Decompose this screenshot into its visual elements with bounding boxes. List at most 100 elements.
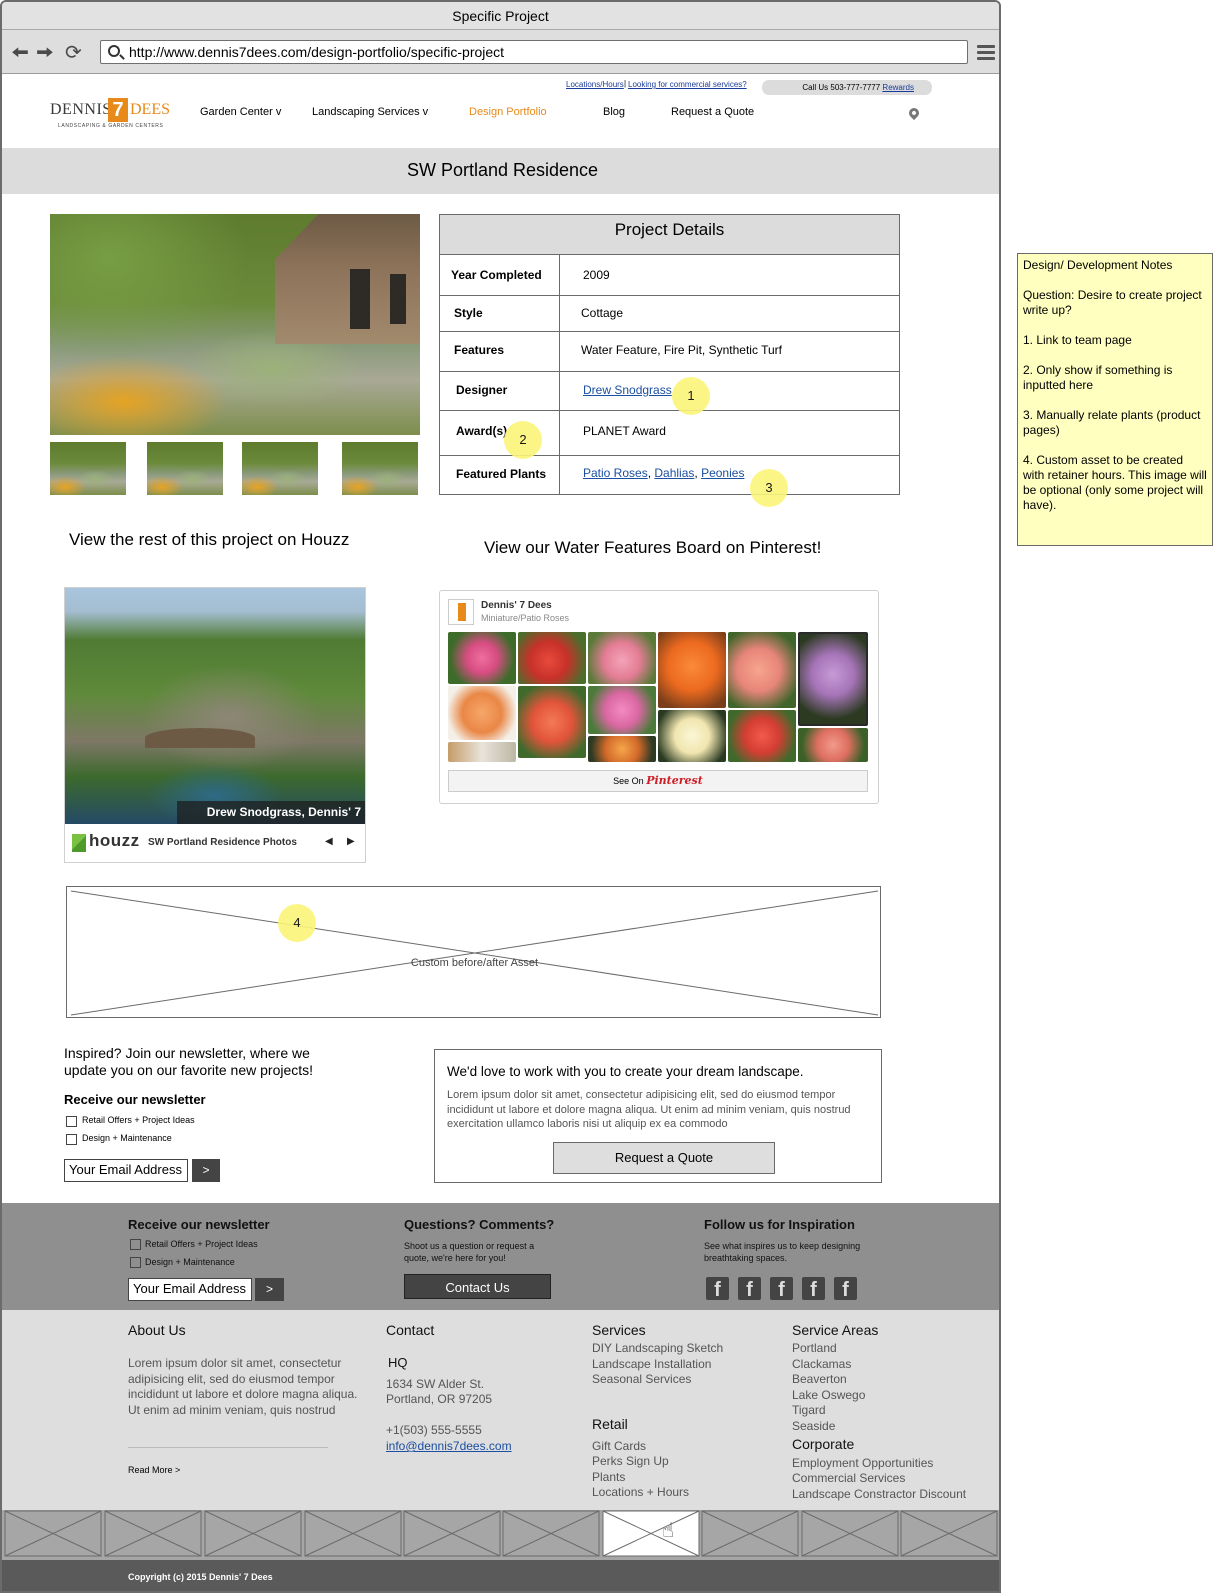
note-title: Design/ Development Notes <box>1023 258 1173 272</box>
thumbnail-3[interactable] <box>242 442 318 495</box>
next-arrow-icon[interactable]: ▶ <box>347 836 355 847</box>
follow-text: See what inspires us to keep designing b… <box>704 1241 861 1263</box>
thumbnail-4[interactable] <box>342 442 418 495</box>
call-us-text: Call Us 503-777-7777 <box>802 83 881 92</box>
pinterest-avatar <box>448 599 474 625</box>
browser-window: Specific Project 🠨 🠪 ⟳ http://www.dennis… <box>0 0 1001 1593</box>
pinterest-account[interactable]: Dennis' 7 Dees <box>481 600 552 611</box>
nav-design-portfolio[interactable]: Design Portfolio <box>469 106 547 118</box>
area-link-seaside[interactable]: Seaside <box>792 1419 835 1435</box>
search-icon <box>108 45 120 57</box>
custom-asset-label: Custom before/after Asset <box>410 957 539 969</box>
services-heading: Services <box>592 1322 646 1338</box>
area-link-clackamas[interactable]: Clackamas <box>792 1357 851 1373</box>
retail-offers-checkbox[interactable] <box>66 1116 77 1127</box>
houzz-brand[interactable]: houzz <box>89 831 140 851</box>
questions-text: Shoot us a question or request a quote, … <box>404 1241 535 1263</box>
location-pin-icon[interactable] <box>906 105 922 121</box>
nav-request-quote[interactable]: Request a Quote <box>671 106 754 118</box>
footer-link-seasonal-services[interactable]: Seasonal Services <box>592 1372 691 1388</box>
detail-label-awards: Award(s) <box>456 424 508 438</box>
area-link-beaverton[interactable]: Beaverton <box>792 1372 847 1388</box>
footer-link-diy-sketch[interactable]: DIY Landscaping Sketch <box>592 1341 723 1357</box>
back-arrow-icon[interactable]: 🠨 <box>11 42 29 64</box>
newsletter-email-input[interactable]: Your Email Address <box>64 1159 188 1182</box>
forward-arrow-icon[interactable]: 🠪 <box>36 42 54 64</box>
facebook-icon[interactable]: f <box>834 1277 857 1301</box>
footer-email-input[interactable]: Your Email Address <box>128 1278 252 1301</box>
nav-garden-center[interactable]: Garden Center v <box>200 106 281 118</box>
reload-icon[interactable]: ⟳ <box>65 43 82 63</box>
footer-link-plants[interactable]: Plants <box>592 1470 625 1486</box>
footer-retail-offers-checkbox[interactable] <box>130 1239 141 1250</box>
detail-label-features: Features <box>454 343 505 357</box>
note-item-3: 3. Manually relate plants (product pages… <box>1023 408 1201 437</box>
footer-link-gift-cards[interactable]: Gift Cards <box>592 1439 646 1455</box>
image-placeholder-strip <box>4 1510 998 1557</box>
newsletter-heading: Receive our newsletter <box>64 1092 206 1107</box>
facebook-icon[interactable]: f <box>802 1277 825 1301</box>
service-areas-heading: Service Areas <box>792 1322 879 1338</box>
facebook-icon[interactable]: f <box>738 1277 761 1301</box>
thumbnail-1[interactable] <box>50 442 126 495</box>
quote-card: We'd love to work with you to create you… <box>434 1049 882 1183</box>
site-logo[interactable]: DENNIS' 7 DEES LANDSCAPING & GARDEN CENT… <box>50 98 175 138</box>
footer-link-locations-hours[interactable]: Locations + Hours <box>592 1485 689 1501</box>
project-main-photo[interactable] <box>50 214 420 435</box>
designer-link[interactable]: Drew Snodgrass <box>583 383 672 397</box>
design-maintenance-checkbox[interactable] <box>66 1134 77 1145</box>
footer-design-maintenance-checkbox[interactable] <box>130 1257 141 1268</box>
contact-us-button[interactable]: Contact Us <box>404 1274 551 1299</box>
footer-top: Receive our newsletter Retail Offers + P… <box>2 1203 999 1310</box>
houzz-widget: Drew Snodgrass, Dennis' 7 Dees houzz SW … <box>64 587 366 863</box>
hand-cursor-icon: ☝ <box>662 1520 675 1542</box>
featured-plants-list: Patio Roses, Dahlias, Peonies <box>583 466 745 480</box>
design-maintenance-label: Design + Maintenance <box>82 1133 172 1143</box>
facebook-icon[interactable]: f <box>770 1277 793 1301</box>
nav-landscaping-services[interactable]: Landscaping Services v <box>312 106 428 118</box>
detail-value-features: Water Feature, Fire Pit, Synthetic Turf <box>581 343 782 357</box>
copyright-text: Copyright (c) 2015 Dennis' 7 Dees <box>128 1572 273 1582</box>
area-link-tigard[interactable]: Tigard <box>792 1403 826 1419</box>
prev-arrow-icon[interactable]: ◀ <box>325 836 333 847</box>
request-quote-button[interactable]: Request a Quote <box>553 1142 775 1174</box>
pinterest-photo-grid[interactable] <box>448 632 868 762</box>
plant-link-patio-roses[interactable]: Patio Roses <box>583 466 648 480</box>
footer-newsletter-heading: Receive our newsletter <box>128 1217 270 1232</box>
rewards-link[interactable]: Rewards <box>882 83 914 92</box>
footer-links: About Us Lorem ipsum dolor sit amet, con… <box>2 1310 999 1510</box>
pinterest-heading: View our Water Features Board on Pintere… <box>484 538 822 557</box>
area-link-lake-oswego[interactable]: Lake Oswego <box>792 1388 865 1404</box>
questions-heading: Questions? Comments? <box>404 1217 555 1232</box>
url-text: http://www.dennis7dees.com/design-portfo… <box>129 44 505 60</box>
read-more-link[interactable]: Read More > <box>128 1465 180 1475</box>
note-item-2: 2. Only show if something is inputted he… <box>1023 363 1173 392</box>
thumbnail-2[interactable] <box>147 442 223 495</box>
commercial-services-link[interactable]: Looking for commercial services? <box>628 80 747 89</box>
nav-blog[interactable]: Blog <box>603 106 625 118</box>
note-item-4: 4. Custom asset to be created with retai… <box>1023 453 1207 512</box>
footer-link-commercial-services[interactable]: Commercial Services <box>792 1471 905 1487</box>
email-link[interactable]: info@dennis7dees.com <box>386 1439 512 1455</box>
retail-offers-label: Retail Offers + Project Ideas <box>82 1115 195 1125</box>
quote-heading: We'd love to work with you to create you… <box>447 1064 804 1079</box>
plant-link-peonies[interactable]: Peonies <box>701 466 744 480</box>
pinterest-board[interactable]: Miniature/Patio Roses <box>481 613 569 623</box>
address-bar[interactable]: http://www.dennis7dees.com/design-portfo… <box>100 40 968 64</box>
area-link-portland[interactable]: Portland <box>792 1341 837 1357</box>
locations-hours-link[interactable]: Locations/Hours <box>566 80 624 89</box>
project-details-heading: Project Details <box>440 215 899 255</box>
plant-link-dahlias[interactable]: Dahlias <box>654 466 694 480</box>
menu-icon[interactable] <box>977 45 995 61</box>
see-on-pinterest-button[interactable]: See On Pinterest <box>448 770 868 792</box>
newsletter-submit-button[interactable]: > <box>192 1159 220 1182</box>
footer-link-landscape-installation[interactable]: Landscape Installation <box>592 1357 711 1373</box>
facebook-icon[interactable]: f <box>706 1277 729 1301</box>
footer-link-perks[interactable]: Perks Sign Up <box>592 1454 669 1470</box>
houzz-photo[interactable]: Drew Snodgrass, Dennis' 7 Dees <box>65 588 365 824</box>
pinterest-widget: Dennis' 7 Dees Miniature/Patio Roses See… <box>439 590 879 804</box>
footer-link-employment[interactable]: Employment Opportunities <box>792 1456 933 1472</box>
footer-link-contractor-discount[interactable]: Landscape Constractor Discount <box>792 1487 966 1503</box>
annotation-marker-1: 1 <box>672 377 710 415</box>
footer-newsletter-submit-button[interactable]: > <box>255 1278 284 1301</box>
